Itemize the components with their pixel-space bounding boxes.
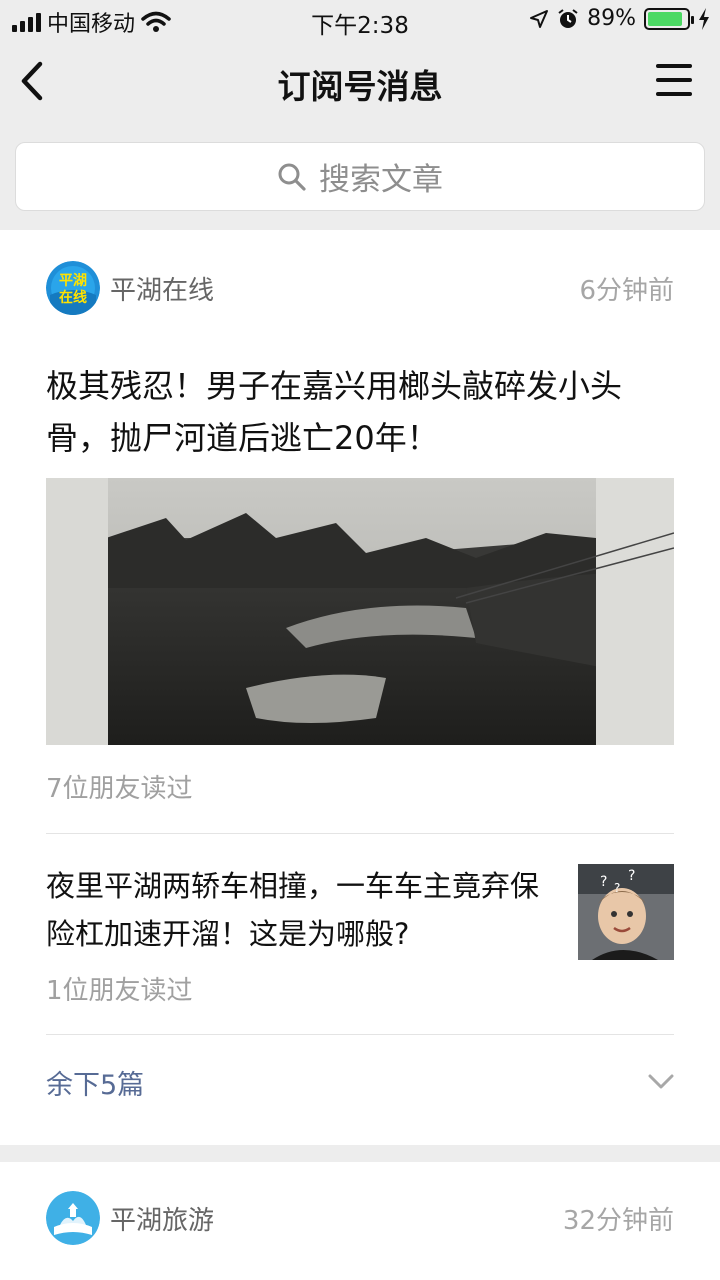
expand-more-button[interactable]: 余下5篇 <box>46 1062 674 1102</box>
page-title: 订阅号消息 <box>277 67 443 106</box>
svg-text:平湖: 平湖 <box>59 273 87 289</box>
search-input[interactable]: 搜索文章 <box>15 142 705 211</box>
article-headline[interactable]: 极其残忍！男子在嘉兴用榔头敲碎发小头骨，抛尸河道后逃亡20年！ <box>46 360 676 464</box>
sub-article-read-count: 1位朋友读过 <box>46 976 193 1006</box>
sub-article-thumbnail[interactable]: ? ? ? <box>578 864 674 960</box>
article-cover-image[interactable] <box>46 478 674 745</box>
post-time: 32分钟前 <box>562 1205 674 1236</box>
account-name: 平湖旅游 <box>110 1205 215 1236</box>
chevron-down-icon <box>648 1074 674 1089</box>
search-icon <box>278 163 306 191</box>
nav-bar: 订阅号消息 <box>0 40 720 124</box>
battery-percent: 89% <box>587 6 636 31</box>
divider <box>46 1034 674 1035</box>
account-row[interactable]: 平湖旅游 32分钟前 <box>46 1190 674 1246</box>
account-avatar <box>46 1191 100 1245</box>
svg-text:?: ? <box>600 874 607 890</box>
sub-article-title[interactable]: 夜里平湖两轿车相撞，一车车主竟弃保险杠加速开溜！这是为哪般? <box>46 862 546 958</box>
svg-text:在线: 在线 <box>59 289 87 306</box>
account-avatar: 平湖 在线 <box>46 261 100 315</box>
feed-card: 平湖旅游 32分钟前 <box>0 1162 720 1280</box>
feed-card: 平湖 在线 平湖在线 6分钟前 极其残忍！男子在嘉兴用榔头敲碎发小头骨，抛尸河道… <box>0 230 720 1145</box>
battery-icon <box>644 7 694 30</box>
account-row[interactable]: 平湖 在线 平湖在线 6分钟前 <box>46 260 674 316</box>
menu-button[interactable] <box>656 64 692 96</box>
status-bar: 中国移动 下午2:38 89% <box>0 0 720 40</box>
alarm-icon <box>558 8 578 28</box>
more-articles-label: 余下5篇 <box>46 1069 145 1101</box>
post-time: 6分钟前 <box>579 275 674 306</box>
svg-text:?: ? <box>628 868 635 884</box>
search-placeholder: 搜索文章 <box>319 162 443 198</box>
menu-icon <box>656 64 692 96</box>
svg-text:?: ? <box>614 881 620 895</box>
location-icon <box>530 9 549 28</box>
charging-icon <box>699 7 709 30</box>
read-count: 7位朋友读过 <box>46 774 193 804</box>
divider <box>46 833 674 834</box>
account-name: 平湖在线 <box>110 275 215 306</box>
